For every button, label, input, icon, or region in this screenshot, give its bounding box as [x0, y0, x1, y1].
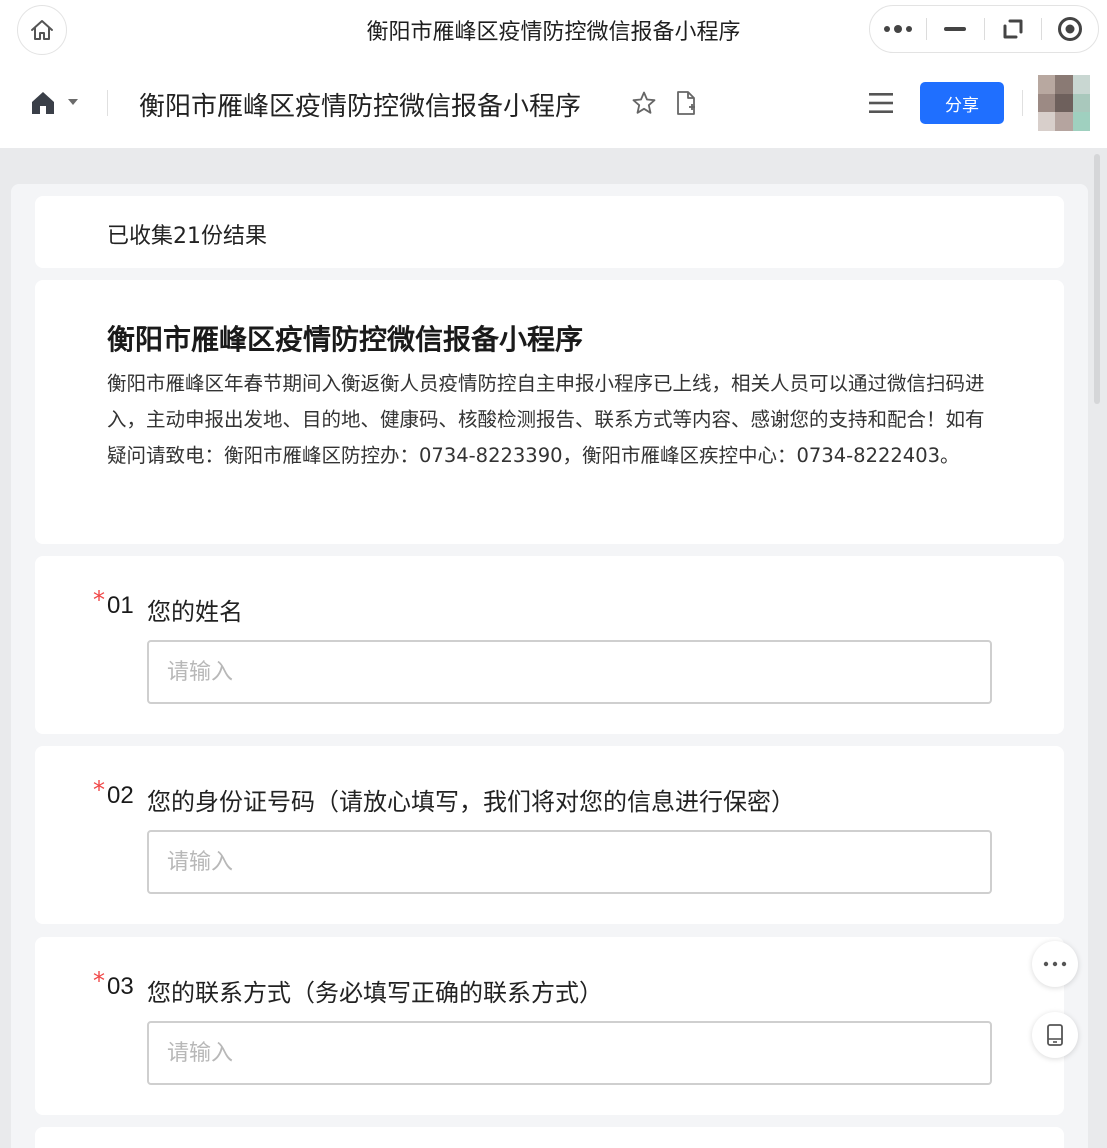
app-header: 衡阳市雁峰区疫情防控微信报备小程序 分享: [0, 62, 1107, 148]
scrollbar[interactable]: [1094, 154, 1100, 404]
device-preview-button[interactable]: [1032, 1012, 1078, 1058]
name-input[interactable]: [147, 640, 992, 704]
required-mark: *: [93, 967, 105, 995]
record-icon: [1057, 17, 1082, 41]
question-card: * 02 您的身份证号码（请放心填写，我们将对您的信息进行保密）: [35, 746, 1064, 924]
question-label: 您的姓名: [147, 598, 243, 626]
question-number: 01: [107, 592, 134, 619]
more-dots-icon: [1043, 961, 1067, 967]
restore-icon: [1003, 19, 1023, 39]
more-dots-icon: [884, 25, 913, 33]
divider: [107, 90, 108, 116]
tablet-icon: [1047, 1024, 1063, 1046]
share-button[interactable]: 分享: [920, 82, 1004, 124]
more-options-button[interactable]: [1032, 941, 1078, 987]
more-button[interactable]: [870, 6, 926, 52]
avatar[interactable]: [1038, 75, 1090, 131]
star-icon[interactable]: [631, 90, 657, 116]
home-icon: [31, 20, 53, 40]
minimize-icon: [944, 27, 967, 31]
question-card: * 01 您的姓名: [35, 556, 1064, 734]
form-description: 衡阳市雁峰区年春节期间入衡返衡人员疫情防控自主申报小程序已上线，相关人员可以通过…: [107, 372, 985, 467]
divider: [1022, 90, 1023, 116]
content-area: 已收集21份结果 衡阳市雁峰区疫情防控微信报备小程序 衡阳市雁峰区年春节期间入衡…: [0, 148, 1107, 1148]
minimize-button[interactable]: [927, 6, 983, 52]
result-count: 已收集21份结果: [107, 224, 267, 249]
page-title: 衡阳市雁峰区疫情防控微信报备小程序: [139, 92, 582, 122]
mini-program-titlebar: 衡阳市雁峰区疫情防控微信报备小程序: [0, 0, 1107, 62]
add-document-icon[interactable]: [674, 90, 698, 116]
window-title: 衡阳市雁峰区疫情防控微信报备小程序: [366, 20, 741, 45]
home-icon[interactable]: [30, 90, 56, 116]
id-number-input[interactable]: [147, 830, 992, 894]
question-label: 您的身份证号码（请放心填写，我们将对您的信息进行保密）: [147, 788, 795, 816]
required-mark: *: [93, 586, 105, 614]
intro-card: 衡阳市雁峰区疫情防控微信报备小程序 衡阳市雁峰区年春节期间入衡返衡人员疫情防控自…: [35, 280, 1064, 544]
close-button[interactable]: [1042, 6, 1098, 52]
home-button[interactable]: [17, 5, 67, 55]
form-sheet: 已收集21份结果 衡阳市雁峰区疫情防控微信报备小程序 衡阳市雁峰区年春节期间入衡…: [11, 184, 1088, 1148]
question-number: 02: [107, 782, 134, 809]
contact-input[interactable]: [147, 1021, 992, 1085]
menu-icon[interactable]: [868, 91, 894, 115]
result-count-card: 已收集21份结果: [35, 196, 1064, 268]
question-card: [35, 1127, 1064, 1148]
question-label: 您的联系方式（务必填写正确的联系方式）: [147, 979, 603, 1007]
form-title: 衡阳市雁峰区疫情防控微信报备小程序: [107, 323, 584, 356]
restore-button[interactable]: [985, 6, 1041, 52]
capsule-controls: [869, 5, 1099, 53]
required-mark: *: [93, 776, 105, 804]
chevron-down-icon[interactable]: [68, 99, 78, 105]
question-number: 03: [107, 973, 134, 1000]
question-card: * 03 您的联系方式（务必填写正确的联系方式）: [35, 937, 1064, 1115]
